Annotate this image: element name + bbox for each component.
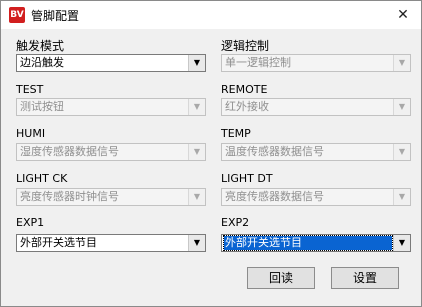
humi-value: 湿度传感器数据信号 bbox=[20, 145, 119, 158]
exp2-label: EXP2 bbox=[221, 216, 250, 229]
remote-select[interactable]: 红外接收 ▼ bbox=[221, 98, 411, 116]
test-select[interactable]: 测试按钮 ▼ bbox=[16, 98, 206, 116]
chevron-down-icon[interactable]: ▼ bbox=[393, 99, 410, 115]
trigger-mode-value: 边沿触发 bbox=[20, 56, 64, 69]
light-dt-select[interactable]: 亮度传感器数据信号 ▼ bbox=[221, 188, 411, 206]
temp-value: 温度传感器数据信号 bbox=[225, 145, 324, 158]
set-button[interactable]: 设置 bbox=[331, 267, 399, 289]
exp1-value: 外部开关选节目 bbox=[20, 236, 97, 249]
exp2-value: 外部开关选节目 bbox=[223, 235, 393, 251]
light-ck-select[interactable]: 亮度传感器时钟信号 ▼ bbox=[16, 188, 206, 206]
remote-value: 红外接收 bbox=[225, 100, 269, 113]
light-dt-label: LIGHT DT bbox=[221, 172, 273, 185]
temp-select[interactable]: 温度传感器数据信号 ▼ bbox=[221, 143, 411, 161]
trigger-mode-select[interactable]: 边沿触发 ▼ bbox=[16, 54, 206, 72]
chevron-down-icon[interactable]: ▼ bbox=[393, 235, 410, 251]
chevron-down-icon[interactable]: ▼ bbox=[188, 144, 205, 160]
chevron-down-icon[interactable]: ▼ bbox=[188, 235, 205, 251]
remote-label: REMOTE bbox=[221, 83, 268, 96]
humi-select[interactable]: 湿度传感器数据信号 ▼ bbox=[16, 143, 206, 161]
logic-control-value: 单一逻辑控制 bbox=[225, 56, 291, 69]
logic-control-select[interactable]: 单一逻辑控制 ▼ bbox=[221, 54, 411, 72]
chevron-down-icon[interactable]: ▼ bbox=[188, 99, 205, 115]
chevron-down-icon[interactable]: ▼ bbox=[393, 144, 410, 160]
chevron-down-icon[interactable]: ▼ bbox=[393, 55, 410, 71]
trigger-mode-label: 触发模式 bbox=[16, 39, 65, 53]
pin-config-dialog: BV 管脚配置 ✕ 触发模式 边沿触发 ▼ 逻辑控制 单一逻辑控制 ▼ TEST… bbox=[0, 0, 422, 307]
light-ck-value: 亮度传感器时钟信号 bbox=[20, 190, 119, 203]
logic-control-label: 逻辑控制 bbox=[221, 39, 270, 53]
read-back-button[interactable]: 回读 bbox=[247, 267, 315, 289]
test-label: TEST bbox=[16, 83, 44, 96]
exp1-select[interactable]: 外部开关选节目 ▼ bbox=[16, 234, 206, 252]
app-icon: BV bbox=[9, 7, 25, 23]
humi-label: HUMI bbox=[16, 127, 46, 140]
temp-label: TEMP bbox=[221, 127, 251, 140]
exp1-label: EXP1 bbox=[16, 216, 45, 229]
title-bar: BV 管脚配置 ✕ bbox=[1, 1, 421, 29]
chevron-down-icon[interactable]: ▼ bbox=[188, 189, 205, 205]
exp2-select[interactable]: 外部开关选节目 ▼ bbox=[221, 234, 411, 252]
close-icon[interactable]: ✕ bbox=[389, 3, 417, 27]
light-ck-label: LIGHT CK bbox=[16, 172, 68, 185]
test-value: 测试按钮 bbox=[20, 100, 64, 113]
chevron-down-icon[interactable]: ▼ bbox=[188, 55, 205, 71]
chevron-down-icon[interactable]: ▼ bbox=[393, 189, 410, 205]
light-dt-value: 亮度传感器数据信号 bbox=[225, 190, 324, 203]
window-title: 管脚配置 bbox=[31, 9, 80, 23]
